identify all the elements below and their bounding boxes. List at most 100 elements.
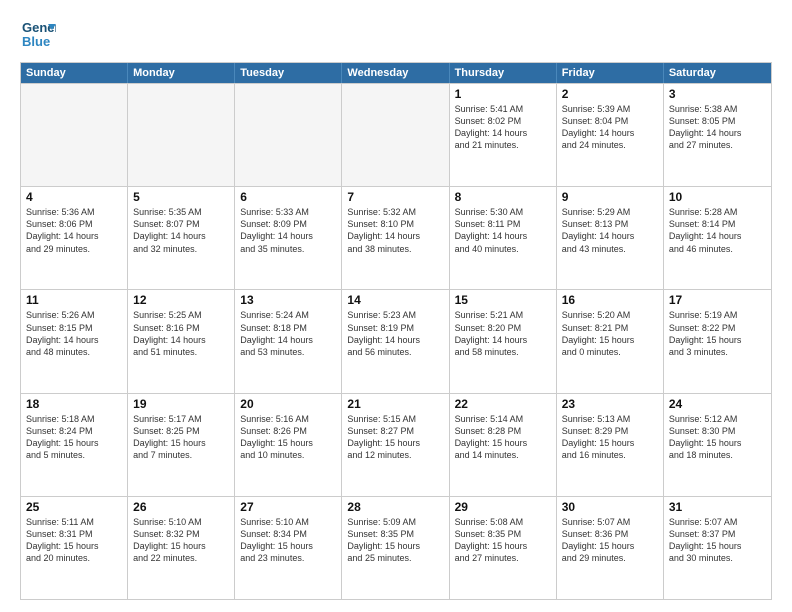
day-cell-21: 21 Sunrise: 5:15 AM Sunset: 8:27 PM Dayli… [342, 394, 449, 496]
day-info: Sunrise: 5:08 AM Sunset: 8:35 PM Dayligh… [455, 516, 551, 565]
day-cell-25: 25 Sunrise: 5:11 AM Sunset: 8:31 PM Dayli… [21, 497, 128, 599]
day-number: 14 [347, 293, 443, 307]
day-number: 1 [455, 87, 551, 101]
day-cell-16: 16 Sunrise: 5:20 AM Sunset: 8:21 PM Dayli… [557, 290, 664, 392]
day-number: 9 [562, 190, 658, 204]
weekday-header-sunday: Sunday [21, 63, 128, 83]
day-info: Sunrise: 5:11 AM Sunset: 8:31 PM Dayligh… [26, 516, 122, 565]
day-info: Sunrise: 5:25 AM Sunset: 8:16 PM Dayligh… [133, 309, 229, 358]
day-number: 23 [562, 397, 658, 411]
day-number: 25 [26, 500, 122, 514]
weekday-header-friday: Friday [557, 63, 664, 83]
day-info: Sunrise: 5:35 AM Sunset: 8:07 PM Dayligh… [133, 206, 229, 255]
day-info: Sunrise: 5:36 AM Sunset: 8:06 PM Dayligh… [26, 206, 122, 255]
day-info: Sunrise: 5:30 AM Sunset: 8:11 PM Dayligh… [455, 206, 551, 255]
day-info: Sunrise: 5:20 AM Sunset: 8:21 PM Dayligh… [562, 309, 658, 358]
day-number: 17 [669, 293, 766, 307]
day-number: 19 [133, 397, 229, 411]
day-cell-6: 6 Sunrise: 5:33 AM Sunset: 8:09 PM Daylig… [235, 187, 342, 289]
day-number: 4 [26, 190, 122, 204]
day-cell-3: 3 Sunrise: 5:38 AM Sunset: 8:05 PM Daylig… [664, 84, 771, 186]
day-number: 3 [669, 87, 766, 101]
weekday-header-saturday: Saturday [664, 63, 771, 83]
day-cell-8: 8 Sunrise: 5:30 AM Sunset: 8:11 PM Daylig… [450, 187, 557, 289]
day-info: Sunrise: 5:29 AM Sunset: 8:13 PM Dayligh… [562, 206, 658, 255]
day-number: 11 [26, 293, 122, 307]
day-cell-10: 10 Sunrise: 5:28 AM Sunset: 8:14 PM Dayli… [664, 187, 771, 289]
day-info: Sunrise: 5:15 AM Sunset: 8:27 PM Dayligh… [347, 413, 443, 462]
day-number: 29 [455, 500, 551, 514]
day-number: 8 [455, 190, 551, 204]
calendar: SundayMondayTuesdayWednesdayThursdayFrid… [20, 62, 772, 600]
day-number: 31 [669, 500, 766, 514]
page: General Blue SundayMondayTuesdayWednesda… [0, 0, 792, 612]
day-info: Sunrise: 5:24 AM Sunset: 8:18 PM Dayligh… [240, 309, 336, 358]
day-info: Sunrise: 5:10 AM Sunset: 8:34 PM Dayligh… [240, 516, 336, 565]
day-info: Sunrise: 5:07 AM Sunset: 8:36 PM Dayligh… [562, 516, 658, 565]
day-number: 18 [26, 397, 122, 411]
day-cell-28: 28 Sunrise: 5:09 AM Sunset: 8:35 PM Dayli… [342, 497, 449, 599]
day-cell-23: 23 Sunrise: 5:13 AM Sunset: 8:29 PM Dayli… [557, 394, 664, 496]
weekday-header-tuesday: Tuesday [235, 63, 342, 83]
calendar-header-row: SundayMondayTuesdayWednesdayThursdayFrid… [21, 63, 771, 83]
day-number: 16 [562, 293, 658, 307]
day-number: 30 [562, 500, 658, 514]
day-cell-20: 20Sunrise: 5:16 AM Sunset: 8:26 PM Dayli… [235, 394, 342, 496]
day-info: Sunrise: 5:12 AM Sunset: 8:30 PM Dayligh… [669, 413, 766, 462]
day-number: 24 [669, 397, 766, 411]
day-number: 27 [240, 500, 336, 514]
calendar-body: 1 Sunrise: 5:41 AM Sunset: 8:02 PM Daylig… [21, 83, 771, 599]
day-info: Sunrise: 5:23 AM Sunset: 8:19 PM Dayligh… [347, 309, 443, 358]
day-info: Sunrise: 5:33 AM Sunset: 8:09 PM Dayligh… [240, 206, 336, 255]
day-info: Sunrise: 5:17 AM Sunset: 8:25 PM Dayligh… [133, 413, 229, 462]
day-info: Sunrise: 5:09 AM Sunset: 8:35 PM Dayligh… [347, 516, 443, 565]
day-cell-31: 31 Sunrise: 5:07 AM Sunset: 8:37 PM Dayli… [664, 497, 771, 599]
day-cell-17: 17 Sunrise: 5:19 AM Sunset: 8:22 PM Dayli… [664, 290, 771, 392]
day-number: 21 [347, 397, 443, 411]
day-info: Sunrise: 5:38 AM Sunset: 8:05 PM Dayligh… [669, 103, 766, 152]
header: General Blue [20, 16, 772, 52]
day-number: 15 [455, 293, 551, 307]
day-info: Sunrise: 5:13 AM Sunset: 8:29 PM Dayligh… [562, 413, 658, 462]
day-info: Sunrise: 5:19 AM Sunset: 8:22 PM Dayligh… [669, 309, 766, 358]
day-cell-11: 11 Sunrise: 5:26 AM Sunset: 8:15 PM Dayli… [21, 290, 128, 392]
day-cell-19: 19 Sunrise: 5:17 AM Sunset: 8:25 PM Dayli… [128, 394, 235, 496]
day-cell-29: 29 Sunrise: 5:08 AM Sunset: 8:35 PM Dayli… [450, 497, 557, 599]
weekday-header-thursday: Thursday [450, 63, 557, 83]
day-cell-9: 9 Sunrise: 5:29 AM Sunset: 8:13 PM Daylig… [557, 187, 664, 289]
day-info: Sunrise: 5:18 AM Sunset: 8:24 PM Dayligh… [26, 413, 122, 462]
day-cell-22: 22Sunrise: 5:14 AM Sunset: 8:28 PM Dayli… [450, 394, 557, 496]
day-info: Sunrise: 5:26 AM Sunset: 8:15 PM Dayligh… [26, 309, 122, 358]
day-cell-26: 26Sunrise: 5:10 AM Sunset: 8:32 PM Dayli… [128, 497, 235, 599]
calendar-row-3: 18 Sunrise: 5:18 AM Sunset: 8:24 PM Dayli… [21, 393, 771, 496]
logo: General Blue [20, 16, 60, 52]
svg-text:Blue: Blue [22, 34, 50, 49]
day-info: Sunrise: 5:07 AM Sunset: 8:37 PM Dayligh… [669, 516, 766, 565]
day-cell-15: 15 Sunrise: 5:21 AM Sunset: 8:20 PM Dayli… [450, 290, 557, 392]
empty-cell [128, 84, 235, 186]
day-cell-12: 12 Sunrise: 5:25 AM Sunset: 8:16 PM Dayli… [128, 290, 235, 392]
day-info: Sunrise: 5:28 AM Sunset: 8:14 PM Dayligh… [669, 206, 766, 255]
day-cell-18: 18 Sunrise: 5:18 AM Sunset: 8:24 PM Dayli… [21, 394, 128, 496]
day-info: Sunrise: 5:21 AM Sunset: 8:20 PM Dayligh… [455, 309, 551, 358]
day-info: Sunrise: 5:14 AM Sunset: 8:28 PM Dayligh… [455, 413, 551, 462]
day-info: Sunrise: 5:39 AM Sunset: 8:04 PM Dayligh… [562, 103, 658, 152]
empty-cell [342, 84, 449, 186]
day-number: 26 [133, 500, 229, 514]
day-number: 12 [133, 293, 229, 307]
logo-icon: General Blue [20, 16, 56, 52]
day-number: 7 [347, 190, 443, 204]
day-info: Sunrise: 5:41 AM Sunset: 8:02 PM Dayligh… [455, 103, 551, 152]
day-number: 20 [240, 397, 336, 411]
day-number: 10 [669, 190, 766, 204]
day-number: 28 [347, 500, 443, 514]
day-info: Sunrise: 5:32 AM Sunset: 8:10 PM Dayligh… [347, 206, 443, 255]
calendar-row-1: 4 Sunrise: 5:36 AM Sunset: 8:06 PM Daylig… [21, 186, 771, 289]
weekday-header-monday: Monday [128, 63, 235, 83]
day-number: 5 [133, 190, 229, 204]
day-cell-2: 2Sunrise: 5:39 AM Sunset: 8:04 PM Daylig… [557, 84, 664, 186]
calendar-row-2: 11 Sunrise: 5:26 AM Sunset: 8:15 PM Dayli… [21, 289, 771, 392]
calendar-row-0: 1 Sunrise: 5:41 AM Sunset: 8:02 PM Daylig… [21, 83, 771, 186]
day-cell-7: 7 Sunrise: 5:32 AM Sunset: 8:10 PM Daylig… [342, 187, 449, 289]
day-number: 6 [240, 190, 336, 204]
